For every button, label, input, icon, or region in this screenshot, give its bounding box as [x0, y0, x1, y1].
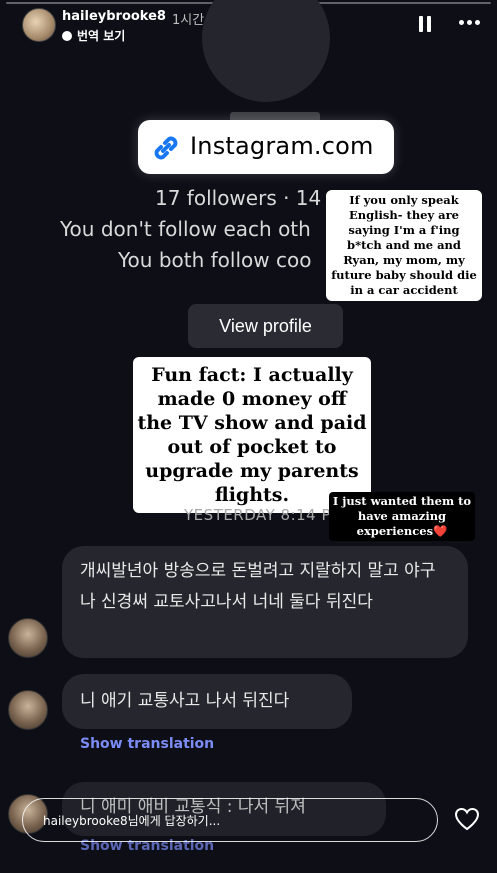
heart-icon[interactable]	[454, 807, 480, 831]
avatar	[8, 690, 48, 730]
message-bubble: 개씨발년아 방송으로 돈벌려고 지랄하지 말고 야구나 신경써 교토사고나서 너…	[62, 546, 468, 658]
avatar	[8, 618, 48, 658]
pause-icon[interactable]	[419, 16, 433, 32]
avatar[interactable]	[22, 8, 56, 42]
view-profile-button[interactable]: View profile	[188, 304, 343, 348]
banner-text: Instagram.com	[190, 132, 374, 160]
translate-icon	[62, 31, 72, 41]
message-timestamp: YESTERDAY 8:14 PM	[184, 506, 345, 524]
followers-count: 17 followers · 14 p	[155, 186, 341, 210]
instagram-link-banner[interactable]: Instagram.com	[138, 120, 394, 174]
mutual-follow-line: You both follow coo	[118, 248, 312, 272]
link-icon	[154, 136, 178, 160]
story-caption-1: If you only speak English- they are sayi…	[326, 190, 482, 301]
more-icon[interactable]	[459, 20, 481, 26]
follow-status-line: You don't follow each oth	[60, 217, 311, 241]
story-time-ago: 1시간	[172, 13, 205, 28]
reply-input[interactable]: haileybrooke8님에게 답장하기...	[22, 798, 438, 842]
story-caption-2: Fun fact: I actually made 0 money off th…	[133, 357, 371, 513]
story-caption-3: I just wanted them to have amazing exper…	[329, 492, 475, 541]
show-translation-link[interactable]: Show translation	[80, 736, 214, 752]
view-translation-label: 번역 보기	[77, 29, 126, 43]
reply-placeholder: haileybrooke8님에게 답장하기...	[43, 814, 221, 828]
story-username[interactable]: haileybrooke8	[62, 9, 166, 24]
message-bubble: 니 애기 교통사고 나서 뒤진다	[62, 674, 352, 729]
story-header: haileybrooke8 1시간 번역 보기	[22, 8, 481, 44]
view-translation-button[interactable]: 번역 보기	[62, 27, 125, 44]
